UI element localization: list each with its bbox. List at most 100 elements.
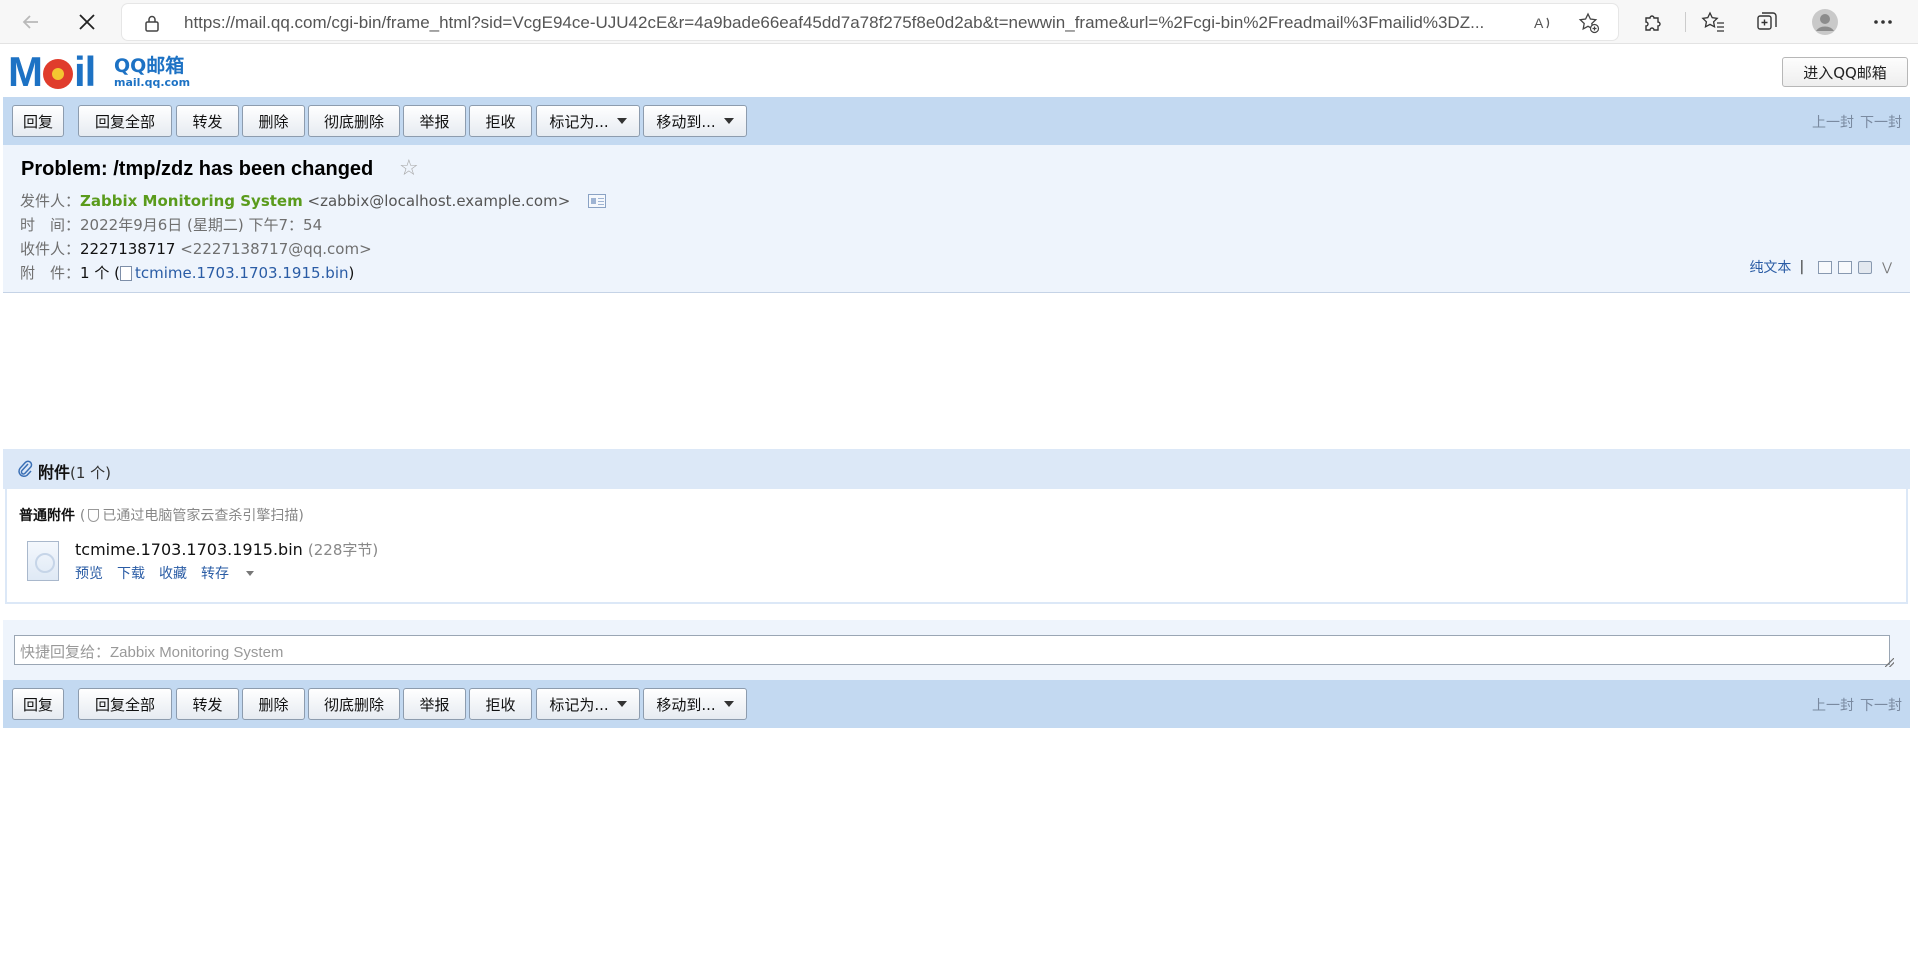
- move-to-dropdown[interactable]: 移动到...: [643, 105, 747, 137]
- logo-domain: mail.qq.com: [114, 76, 191, 89]
- report-button[interactable]: 举报: [403, 105, 466, 137]
- attachment-file-icon[interactable]: [27, 541, 59, 581]
- mark-as-label: 标记为...: [549, 695, 609, 714]
- reply-button[interactable]: 回复: [12, 688, 64, 720]
- move-to-dropdown[interactable]: 移动到...: [643, 688, 747, 720]
- contact-card-icon[interactable]: [588, 194, 607, 208]
- mail-info-panel: Problem: /tmp/zdz has been changed ☆ 发件人…: [3, 145, 1910, 293]
- divider: |: [1799, 259, 1805, 275]
- report-button[interactable]: 举报: [403, 688, 466, 720]
- attachments-count: (1 个): [70, 464, 112, 482]
- attachment-file-name: tcmime.1703.1703.1915.bin (228字节): [75, 539, 378, 560]
- add-favorite-icon[interactable]: [1578, 12, 1600, 34]
- scan-note-text: 已通过电脑管家云查杀引擎扫描): [102, 508, 304, 524]
- url-text[interactable]: https://mail.qq.com/cgi-bin/frame_html?s…: [184, 13, 1544, 33]
- time-value: 2022年9月6日 (星期二) 下午7：54: [80, 216, 323, 234]
- forward-button[interactable]: 转发: [176, 688, 239, 720]
- normal-attachment-label: 普通附件 (已通过电脑管家云查杀引擎扫描): [19, 505, 304, 525]
- logo-o-mark: [43, 59, 73, 89]
- save-icon[interactable]: [1838, 260, 1853, 274]
- move-to-label: 移动到...: [656, 112, 716, 131]
- attachment-count: 1 个 (: [80, 264, 120, 282]
- sender-label: 发件人：: [20, 192, 81, 210]
- attachments-title-text: 附件: [38, 463, 71, 482]
- new-window-icon[interactable]: [1818, 260, 1833, 274]
- logo-text: QQ邮箱: [114, 55, 185, 77]
- recipient-row: 收件人：2227138717 <2227138717@qq.com>: [20, 238, 372, 259]
- resize-handle-icon[interactable]: [1885, 658, 1894, 667]
- next-mail-link[interactable]: 下一封: [1860, 698, 1902, 714]
- mail-pager: 上一封 下一封: [1806, 695, 1902, 715]
- reject-button[interactable]: 拒收: [469, 105, 532, 137]
- mark-as-dropdown[interactable]: 标记为...: [536, 688, 640, 720]
- address-bar[interactable]: https://mail.qq.com/cgi-bin/frame_html?s…: [122, 4, 1618, 40]
- normal-attachment-text: 普通附件: [19, 508, 75, 524]
- lock-icon[interactable]: [144, 14, 160, 36]
- prev-mail-link[interactable]: 上一封: [1812, 115, 1854, 131]
- attachment-link[interactable]: tcmime.1703.1703.1915.bin: [135, 264, 349, 282]
- reject-button[interactable]: 拒收: [469, 688, 532, 720]
- delete-permanently-button[interactable]: 彻底删除: [308, 105, 400, 137]
- enter-qq-mail-button[interactable]: 进入QQ邮箱: [1782, 57, 1908, 87]
- mail-view-tools: 纯文本 | ⋁: [1749, 257, 1892, 277]
- download-link[interactable]: 下载: [117, 566, 145, 582]
- recipient-label: 收件人：: [20, 240, 81, 258]
- mark-as-dropdown[interactable]: 标记为...: [536, 105, 640, 137]
- sender-row: 发件人：Zabbix Monitoring System <zabbix@loc…: [20, 190, 607, 211]
- time-label: 时 间：: [20, 216, 81, 234]
- reply-all-button[interactable]: 回复全部: [78, 688, 172, 720]
- star-icon[interactable]: ☆: [399, 156, 419, 181]
- expand-icon[interactable]: ⋁: [1882, 260, 1892, 274]
- toolbar-divider: [1685, 12, 1686, 32]
- move-to-label: 移动到...: [656, 695, 716, 714]
- scan-note: (已通过电脑管家云查杀引擎扫描): [80, 508, 304, 524]
- back-arrow-icon[interactable]: [14, 6, 48, 38]
- more-icon[interactable]: [1868, 8, 1898, 36]
- recipient-email[interactable]: <2227138717@qq.com>: [180, 240, 371, 258]
- save-to-dropdown[interactable]: 转存: [201, 566, 268, 582]
- attachment-label: 附 件：: [20, 264, 81, 282]
- chevron-down-icon: [723, 118, 734, 124]
- mail-toolbar-bottom: 回复 回复全部 转发 删除 彻底删除 举报 拒收 标记为... 移动到... 上…: [3, 680, 1910, 728]
- qq-mail-logo[interactable]: Mil QQ邮箱 mail.qq.com: [8, 51, 191, 93]
- delete-permanently-button[interactable]: 彻底删除: [308, 688, 400, 720]
- svg-text:A: A: [1534, 15, 1544, 31]
- read-aloud-icon[interactable]: A: [1532, 12, 1554, 34]
- recipient-name[interactable]: 2227138717: [80, 240, 175, 258]
- chevron-down-icon: [246, 571, 254, 576]
- attachment-actions: 预览 下载 收藏 转存: [75, 563, 282, 583]
- quick-reply-input[interactable]: 快捷回复给：Zabbix Monitoring System: [14, 635, 1890, 665]
- forward-button[interactable]: 转发: [176, 105, 239, 137]
- favorites-icon[interactable]: [1698, 8, 1728, 36]
- mail-toolbar-top: 回复 回复全部 转发 删除 彻底删除 举报 拒收 标记为... 移动到... 上…: [3, 97, 1910, 145]
- prev-mail-link[interactable]: 上一封: [1812, 698, 1854, 714]
- attachments-title: 附件(1 个): [38, 459, 111, 483]
- time-row: 时 间：2022年9月6日 (星期二) 下午7：54: [20, 214, 322, 235]
- collect-link[interactable]: 收藏: [159, 566, 187, 582]
- preview-link[interactable]: 预览: [75, 566, 103, 582]
- delete-button[interactable]: 删除: [242, 688, 305, 720]
- reply-all-button[interactable]: 回复全部: [78, 105, 172, 137]
- attachment-row: 附 件：1 个 (tcmime.1703.1703.1915.bin): [20, 262, 354, 283]
- close-icon[interactable]: [70, 6, 104, 38]
- chevron-down-icon: [723, 701, 734, 707]
- attachments-panel: 普通附件 (已通过电脑管家云查杀引擎扫描) tcmime.1703.1703.1…: [5, 489, 1908, 604]
- attachment-file-size: (228字节): [307, 541, 379, 559]
- file-icon: [119, 266, 132, 281]
- quick-reply-area: 快捷回复给：Zabbix Monitoring System: [3, 620, 1910, 680]
- mark-as-label: 标记为...: [549, 112, 609, 131]
- plain-text-link[interactable]: 纯文本: [1749, 257, 1791, 277]
- puzzle-icon[interactable]: [1638, 8, 1668, 36]
- attachment-file-name-text[interactable]: tcmime.1703.1703.1915.bin: [75, 540, 303, 559]
- shield-icon: [88, 509, 100, 522]
- collections-icon[interactable]: [1752, 8, 1782, 36]
- next-mail-link[interactable]: 下一封: [1860, 115, 1902, 131]
- reply-button[interactable]: 回复: [12, 105, 64, 137]
- sender-email[interactable]: <zabbix@localhost.example.com>: [308, 192, 571, 210]
- paperclip-icon: [17, 460, 33, 482]
- profile-icon[interactable]: [1810, 8, 1840, 36]
- sender-name[interactable]: Zabbix Monitoring System: [80, 192, 303, 210]
- delete-button[interactable]: 删除: [242, 105, 305, 137]
- print-icon[interactable]: [1858, 260, 1873, 274]
- mail-pager: 上一封 下一封: [1806, 112, 1902, 132]
